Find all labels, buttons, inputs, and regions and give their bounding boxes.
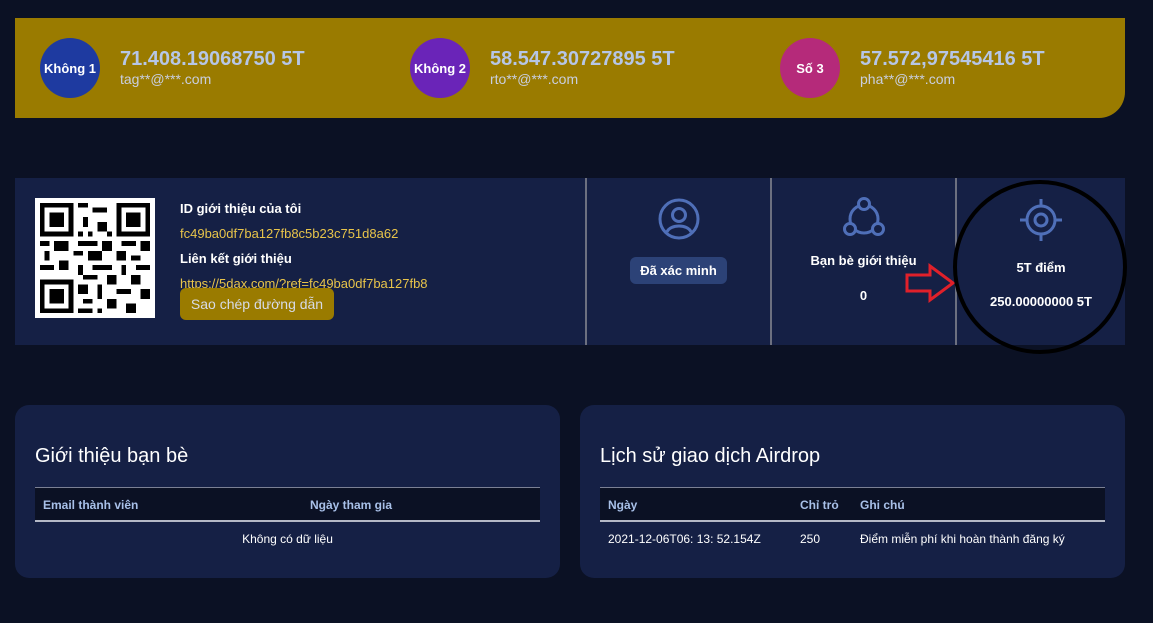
column-header: Ghi chú [860, 498, 905, 512]
leaderboard-rank-2: Không 2 58.547.30727895 5T rto**@***.com [410, 38, 675, 98]
rank-1-amount: 71.408.19068750 5T [120, 48, 305, 70]
referral-link-label: Liên kết giới thiệu [180, 251, 292, 266]
user-circle-icon [658, 198, 699, 240]
column-header: Ngày [608, 498, 638, 512]
rank-1-badge: Không 1 [40, 38, 100, 98]
leaderboard-banner: Không 1 71.408.19068750 5T tag**@***.com… [15, 18, 1125, 118]
leaderboard-rank-3: Số 3 57.572,97545416 5T pha**@***.com [780, 38, 1045, 98]
referral-id-value[interactable]: fc49ba0df7ba127fb8c5b23c751d8a62 [180, 225, 428, 243]
network-icon [842, 197, 885, 236]
row-date: 2021-12-06T06: 13: 52.154Z [608, 532, 761, 546]
row-amount: 250 [800, 532, 821, 546]
rank-2-email: rto**@***.com [490, 71, 579, 87]
table-row: 2021-12-06T06: 13: 52.154Z 250 Điểm miễn… [600, 522, 1105, 557]
friends-card-title: Giới thiệu bạn bè [35, 445, 189, 467]
rank-2-amount: 58.547.30727895 5T [490, 48, 675, 70]
referral-id-label: ID giới thiệu của tôi [180, 201, 302, 216]
copy-link-button[interactable]: Sao chép đường dẫn [180, 288, 334, 320]
highlight-circle [953, 180, 1127, 354]
column-header: Email thành viên [43, 498, 139, 512]
rank-3-amount: 57.572,97545416 5T [860, 48, 1045, 70]
column-header: Chỉ trỏ [800, 498, 839, 512]
rank-2-badge: Không 2 [410, 38, 470, 98]
verification-status: Đã xác minh [587, 178, 770, 345]
row-note: Điểm miễn phí khi hoàn thành đăng ký [860, 532, 1065, 546]
airdrop-card-title: Lịch sử giao dịch Airdrop [600, 445, 821, 467]
friends-table-header: Email thành viên Ngày tham gia [35, 487, 540, 522]
empty-state-text: Không có dữ liệu [242, 532, 333, 546]
leaderboard-rank-1: Không 1 71.408.19068750 5T tag**@***.com [40, 38, 305, 98]
referred-friends: Bạn bè giới thiệu 0 [772, 178, 955, 345]
arrow-right-icon [905, 263, 956, 303]
rank-3-badge: Số 3 [780, 38, 840, 98]
rank-1-email: tag**@***.com [120, 71, 212, 87]
verified-badge[interactable]: Đã xác minh [630, 257, 727, 284]
airdrop-table-header: Ngày Chỉ trỏ Ghi chú [600, 487, 1105, 522]
column-header: Ngày tham gia [310, 498, 393, 512]
qr-code [35, 198, 155, 318]
rank-3-email: pha**@***.com [860, 71, 956, 87]
friends-empty-row: Không có dữ liệu [35, 522, 540, 557]
